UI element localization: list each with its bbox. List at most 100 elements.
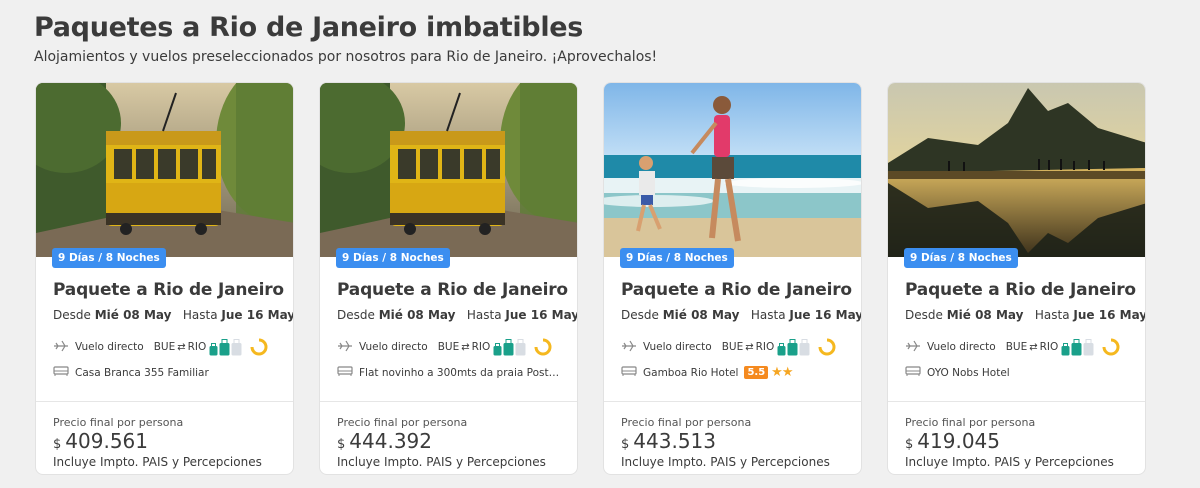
section-title: Paquetes a Rio de Janeiro imbatibles (34, 12, 584, 43)
hasta-date: Jue 16 May (789, 308, 862, 322)
package-card[interactable]: 9 Días / 8 Noches Paquete a Rio de Janei… (35, 82, 294, 475)
flight-row: Vuelo directo BUE ⇄ RIO (337, 338, 552, 356)
flight-label: Vuelo directo (359, 341, 428, 353)
desde-date: Mié 08 May (94, 308, 172, 322)
desde-date: Mié 08 May (662, 308, 740, 322)
package-name[interactable]: Paquete a Rio de Janeiro (53, 280, 284, 300)
airline-logo-icon (818, 338, 836, 356)
taxes-note: Incluye Impto. PAIS y Percepciones (621, 455, 830, 469)
desde-label: Desde (621, 308, 659, 322)
taxes-note: Incluye Impto. PAIS y Percepciones (337, 455, 546, 469)
hasta-label: Hasta (750, 308, 786, 322)
hasta-date: Jue 16 May (505, 308, 578, 322)
hotel-stars: ★★ (771, 365, 793, 380)
bed-icon (905, 365, 921, 380)
duration-badge: 9 Días / 8 Noches (336, 248, 450, 268)
destination-code: RIO (755, 341, 775, 353)
round-trip-arrows-icon: ⇄ (461, 341, 470, 353)
price-label: Precio final por persona (337, 416, 468, 429)
package-name[interactable]: Paquete a Rio de Janeiro (905, 280, 1136, 300)
checked-bag-icon (515, 338, 526, 355)
flight-route: BUE ⇄ RIO (722, 341, 775, 353)
flight-row: Vuelo directo BUE ⇄ RIO (621, 338, 836, 356)
duration-badge: 9 Días / 8 Noches (904, 248, 1018, 268)
origin-code: BUE (721, 341, 744, 353)
package-dates: Desde Mié 08 May Hasta Jue 16 May (53, 308, 293, 322)
hasta-label: Hasta (1034, 308, 1070, 322)
package-card[interactable]: 9 Días / 8 Noches Paquete a Rio de Janei… (319, 82, 578, 475)
destination-code: RIO (187, 341, 207, 353)
checked-bag-icon (231, 338, 242, 355)
carry-on-icon (219, 338, 230, 355)
price-currency: $ (53, 437, 62, 452)
origin-code: BUE (437, 341, 460, 353)
price: $443.513 (621, 429, 716, 453)
card-divider (604, 401, 861, 402)
price-amount: 443.513 (633, 429, 716, 453)
origin-code: BUE (1005, 341, 1028, 353)
airline-logo-icon (250, 338, 268, 356)
destination-code: RIO (1039, 341, 1059, 353)
price-label: Precio final por persona (53, 416, 184, 429)
card-divider (36, 401, 293, 402)
price-currency: $ (905, 437, 914, 452)
duration-badge: 9 Días / 8 Noches (52, 248, 166, 268)
baggage-icons (493, 338, 526, 356)
package-name[interactable]: Paquete a Rio de Janeiro (337, 280, 568, 300)
desde-date: Mié 08 May (946, 308, 1024, 322)
flight-row: Vuelo directo BUE ⇄ RIO (53, 338, 268, 356)
price-amount: 444.392 (349, 429, 432, 453)
section-subtitle: Alojamientos y vuelos preseleccionados p… (34, 49, 658, 65)
price-label: Precio final por persona (905, 416, 1036, 429)
airline-logo-icon (1102, 338, 1120, 356)
personal-bag-icon (209, 342, 218, 355)
price-currency: $ (337, 437, 346, 452)
package-image[interactable] (36, 83, 293, 257)
taxes-note: Incluye Impto. PAIS y Percepciones (905, 455, 1114, 469)
duration-badge: 9 Días / 8 Noches (620, 248, 734, 268)
desde-label: Desde (53, 308, 91, 322)
personal-bag-icon (493, 342, 502, 355)
flight-route: BUE ⇄ RIO (438, 341, 491, 353)
price-currency: $ (621, 437, 630, 452)
round-trip-arrows-icon: ⇄ (177, 341, 186, 353)
desde-label: Desde (905, 308, 943, 322)
hotel-name: Casa Branca 355 Familiar (75, 366, 209, 379)
flight-row: Vuelo directo BUE ⇄ RIO (905, 338, 1120, 356)
package-name[interactable]: Paquete a Rio de Janeiro (621, 280, 852, 300)
origin-code: BUE (153, 341, 176, 353)
destination-code: RIO (471, 341, 491, 353)
card-divider (320, 401, 577, 402)
price: $419.045 (905, 429, 1000, 453)
baggage-icons (777, 338, 810, 356)
price-amount: 419.045 (917, 429, 1000, 453)
hotel-row: Flat novinho a 300mts da praia Posto12..… (337, 365, 564, 380)
package-image[interactable] (888, 83, 1145, 257)
flight-label: Vuelo directo (927, 341, 996, 353)
package-image[interactable] (320, 83, 577, 257)
baggage-icons (1061, 338, 1094, 356)
round-trip-arrows-icon: ⇄ (745, 341, 754, 353)
plane-icon (905, 340, 921, 355)
price-amount: 409.561 (65, 429, 148, 453)
bed-icon (621, 365, 637, 380)
hasta-date: Jue 16 May (1073, 308, 1146, 322)
package-dates: Desde Mié 08 May Hasta Jue 16 May (337, 308, 578, 322)
taxes-note: Incluye Impto. PAIS y Percepciones (53, 455, 262, 469)
plane-icon (337, 340, 353, 355)
bed-icon (53, 365, 69, 380)
package-dates: Desde Mié 08 May Hasta Jue 16 May (905, 308, 1146, 322)
hasta-label: Hasta (466, 308, 502, 322)
package-card[interactable]: 9 Días / 8 Noches Paquete a Rio de Janei… (603, 82, 862, 475)
hotel-name: Gamboa Rio Hotel (643, 366, 739, 379)
hasta-label: Hasta (182, 308, 218, 322)
price: $444.392 (337, 429, 432, 453)
airline-logo-icon (534, 338, 552, 356)
round-trip-arrows-icon: ⇄ (1029, 341, 1038, 353)
hotel-name: OYO Nobs Hotel (927, 366, 1010, 379)
plane-icon (53, 340, 69, 355)
package-image[interactable] (604, 83, 861, 257)
flight-route: BUE ⇄ RIO (154, 341, 207, 353)
package-card[interactable]: 9 Días / 8 Noches Paquete a Rio de Janei… (887, 82, 1146, 475)
card-divider (888, 401, 1145, 402)
